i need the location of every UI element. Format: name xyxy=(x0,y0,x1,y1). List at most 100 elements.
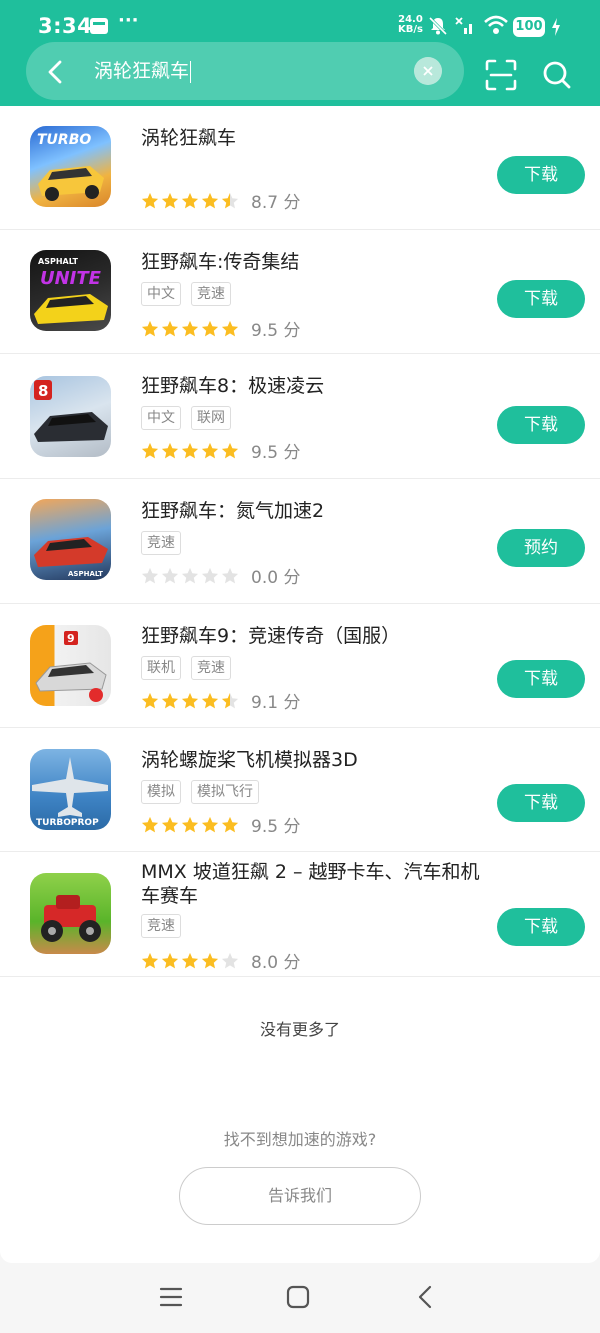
star-icon xyxy=(181,442,199,458)
search-input[interactable]: 涡轮狂飙车 xyxy=(94,58,192,84)
tag-list: 中文 竞速 xyxy=(141,282,231,306)
star-rating xyxy=(141,320,239,338)
nav-back-icon[interactable] xyxy=(412,1283,440,1311)
app-title: 涡轮狂飙车 xyxy=(141,127,237,149)
battery-level: 100 xyxy=(513,17,545,37)
turbo-racing-icon: TURBO xyxy=(30,126,111,207)
star-icon xyxy=(221,816,239,832)
list-item[interactable]: ASPHALT 狂野飙车：氮气加速2 竞速 0.0 分 预约 xyxy=(0,479,600,604)
reserve-button[interactable]: 预约 xyxy=(497,529,585,567)
more-notifications-indicator: ··· xyxy=(118,10,139,31)
tag-list: 模拟 模拟飞行 xyxy=(141,780,259,804)
list-item[interactable]: 9 狂野飙车9：竞速传奇（国服） 联机 竞速 9.1 分 下载 xyxy=(0,604,600,728)
svg-text:ASPHALT: ASPHALT xyxy=(38,257,78,266)
system-nav-bar xyxy=(0,1263,600,1333)
asphalt-nitro-2-icon: ASPHALT xyxy=(30,499,111,580)
star-icon xyxy=(221,320,239,336)
list-item[interactable]: MMX 坡道狂飙 2 – 越野卡车、汽车和机车赛车 竞速 8.0 分 下载 xyxy=(0,852,600,977)
rating: 8.0 分 xyxy=(141,948,300,973)
star-icon xyxy=(181,192,199,208)
network-speed-unit: KB/s xyxy=(398,24,423,35)
cant-find-label: 找不到想加速的游戏? xyxy=(223,1130,377,1149)
star-icon xyxy=(201,952,219,968)
star-icon xyxy=(181,320,199,336)
star-icon xyxy=(221,952,239,968)
download-button[interactable]: 下载 xyxy=(497,156,585,194)
star-icon xyxy=(201,320,219,336)
tag: 联网 xyxy=(191,406,231,430)
asphalt-8-icon: 8 xyxy=(30,376,111,457)
tag: 中文 xyxy=(141,406,181,430)
star-icon xyxy=(201,192,219,208)
wifi-icon xyxy=(484,15,508,34)
star-rating xyxy=(141,692,239,710)
star-rating xyxy=(141,816,239,834)
score: 0.0 分 xyxy=(251,568,301,588)
svg-text:ASPHALT: ASPHALT xyxy=(68,570,103,578)
star-rating xyxy=(141,192,239,210)
rating: 9.5 分 xyxy=(141,812,300,837)
download-button[interactable]: 下载 xyxy=(497,784,585,822)
star-icon xyxy=(161,442,179,458)
rating: 9.5 分 xyxy=(141,438,300,463)
star-icon xyxy=(201,692,219,708)
no-more-label: 没有更多了 xyxy=(259,1020,340,1039)
score: 9.1 分 xyxy=(251,693,301,713)
asphalt-unite-icon: ASPHALT UNITE xyxy=(30,250,111,331)
score: 8.7 分 xyxy=(251,193,301,213)
tag: 中文 xyxy=(141,282,181,306)
search-icon[interactable] xyxy=(540,58,574,92)
mute-bell-icon xyxy=(428,16,448,36)
tag: 竞速 xyxy=(191,656,231,680)
svg-text:TURBOPROP: TURBOPROP xyxy=(36,818,99,828)
menu-icon[interactable] xyxy=(157,1283,185,1311)
app-title: 涡轮螺旋桨飞机模拟器3D xyxy=(141,749,358,771)
list-item[interactable]: TURBOPROP 涡轮螺旋桨飞机模拟器3D 模拟 模拟飞行 9.5 分 下载 xyxy=(0,728,600,852)
star-icon xyxy=(201,816,219,832)
star-icon xyxy=(221,692,239,708)
scan-icon[interactable] xyxy=(484,58,518,92)
star-rating xyxy=(141,442,239,460)
tag-list: 竞速 xyxy=(141,914,181,938)
rating: 9.5 分 xyxy=(141,316,300,341)
download-button[interactable]: 下载 xyxy=(497,280,585,318)
back-arrow-icon[interactable] xyxy=(40,56,72,88)
score: 9.5 分 xyxy=(251,443,301,463)
results-list: TURBO 涡轮狂飙车 8.7 分 下载 ASPHALT UNITE 狂野飙车:… xyxy=(0,106,600,1263)
tag: 模拟 xyxy=(141,780,181,804)
list-item[interactable]: 8 狂野飙车8：极速凌云 中文 联网 9.5 分 下载 xyxy=(0,354,600,479)
star-icon xyxy=(161,692,179,708)
star-icon xyxy=(221,442,239,458)
star-icon xyxy=(181,692,199,708)
download-button[interactable]: 下载 xyxy=(497,908,585,946)
clear-icon[interactable] xyxy=(414,57,442,85)
star-icon xyxy=(161,567,179,583)
rating: 8.7 分 xyxy=(141,188,300,213)
svg-text:UNITE: UNITE xyxy=(40,268,102,289)
network-speed: 24.0 KB/s xyxy=(398,15,423,35)
search-box[interactable] xyxy=(26,42,464,100)
list-item[interactable]: TURBO 涡轮狂飙车 8.7 分 下载 xyxy=(0,106,600,230)
app-title: 狂野飙车：氮气加速2 xyxy=(141,500,325,522)
asphalt-9-icon: 9 xyxy=(30,625,111,706)
score: 9.5 分 xyxy=(251,321,301,341)
tell-us-button[interactable]: 告诉我们 xyxy=(179,1167,421,1225)
signal-icon xyxy=(455,17,472,34)
status-bar: 3:34 ··· 24.0 KB/s 100 xyxy=(0,0,600,46)
turboprop-icon: TURBOPROP xyxy=(30,749,111,830)
home-icon[interactable] xyxy=(284,1283,312,1311)
download-button[interactable]: 下载 xyxy=(497,660,585,698)
star-rating xyxy=(141,567,239,585)
list-item[interactable]: ASPHALT UNITE 狂野飙车:传奇集结 中文 竞速 9.5 分 下载 xyxy=(0,230,600,354)
tag-list: 联机 竞速 xyxy=(141,656,231,680)
app-title: MMX 坡道狂飙 2 – 越野卡车、汽车和机车赛车 xyxy=(141,861,480,907)
tag: 竞速 xyxy=(141,914,181,938)
tag-list: 竞速 xyxy=(141,531,181,555)
app-title: 狂野飙车8：极速凌云 xyxy=(141,375,325,397)
tag: 模拟飞行 xyxy=(191,780,259,804)
rating: 9.1 分 xyxy=(141,688,300,713)
star-icon xyxy=(161,320,179,336)
star-icon xyxy=(141,692,159,708)
download-button[interactable]: 下载 xyxy=(497,406,585,444)
score: 9.5 分 xyxy=(251,817,301,837)
